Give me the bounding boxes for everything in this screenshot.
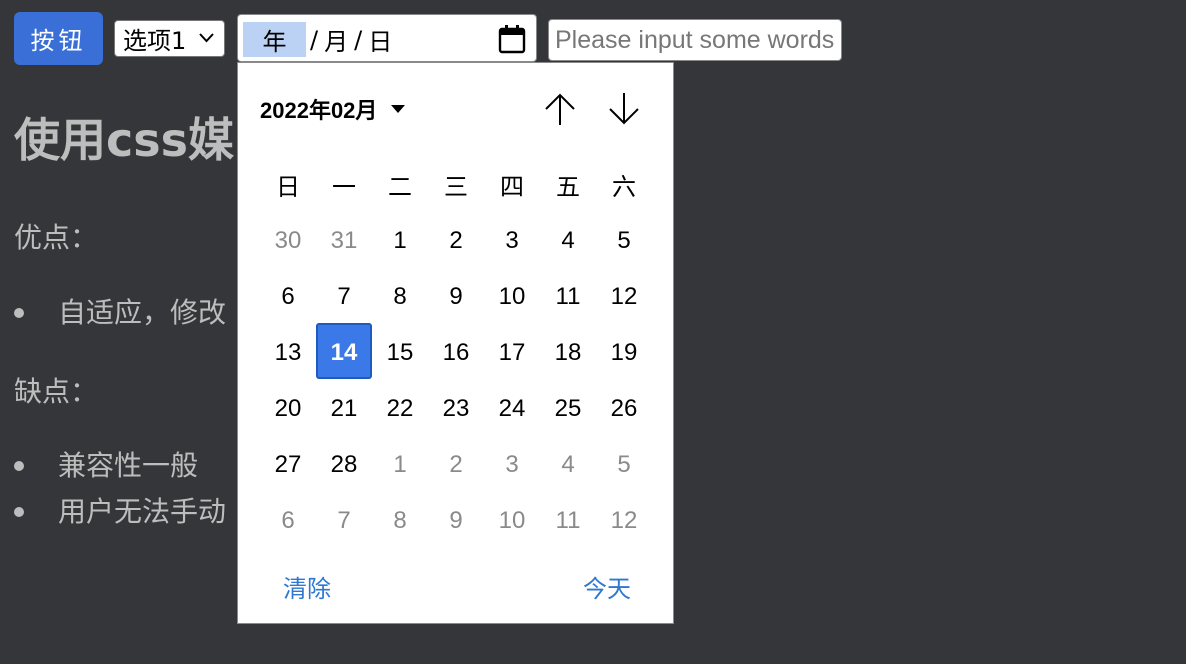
list-item: 自适应，修改: [14, 290, 226, 336]
text-input[interactable]: [548, 19, 842, 61]
date-input[interactable]: 年 / 月 / 日: [237, 14, 537, 62]
month-year-label: 2022年02月: [260, 98, 378, 123]
caret-down-icon: [391, 105, 406, 113]
option-select[interactable]: 选项1: [114, 20, 225, 57]
cons-heading: 缺点：: [14, 375, 99, 408]
weekday-header: 五: [556, 174, 580, 201]
calendar-day[interactable]: 18: [540, 325, 596, 381]
weekday-header: 一: [332, 174, 356, 201]
weekday-header: 六: [612, 174, 636, 201]
primary-button[interactable]: 按钮: [14, 12, 103, 65]
date-year-segment[interactable]: 年: [243, 22, 306, 57]
calendar-day[interactable]: 22: [372, 381, 428, 437]
list-item: 兼容性一般: [14, 443, 226, 489]
calendar-day[interactable]: 9: [428, 493, 484, 549]
calendar-day[interactable]: 13: [260, 325, 316, 381]
calendar-day[interactable]: 24: [484, 381, 540, 437]
calendar-day[interactable]: 15: [372, 325, 428, 381]
calendar-day[interactable]: 10: [484, 269, 540, 325]
calendar-day[interactable]: 1: [372, 437, 428, 493]
next-month-arrow-down-icon[interactable]: [604, 89, 644, 129]
calendar-day[interactable]: 7: [316, 493, 372, 549]
calendar-day[interactable]: 19: [596, 325, 652, 381]
calendar-day[interactable]: 3: [484, 213, 540, 269]
date-separator: /: [310, 25, 319, 54]
calendar-day[interactable]: 20: [260, 381, 316, 437]
calendar-day[interactable]: 25: [540, 381, 596, 437]
calendar-day[interactable]: 12: [596, 493, 652, 549]
weekday-header: 三: [444, 174, 468, 201]
calendar-day[interactable]: 1: [372, 213, 428, 269]
date-month-segment[interactable]: 月: [324, 22, 348, 57]
calendar-day[interactable]: 6: [260, 493, 316, 549]
calendar-day[interactable]: 4: [540, 213, 596, 269]
calendar-day[interactable]: 8: [372, 493, 428, 549]
calendar-day[interactable]: 5: [596, 213, 652, 269]
calendar-day[interactable]: 12: [596, 269, 652, 325]
calendar-day[interactable]: 17: [484, 325, 540, 381]
month-year-selector[interactable]: 2022年02月: [260, 93, 406, 125]
calendar-day-selected[interactable]: 14: [316, 323, 372, 379]
calendar-day[interactable]: 4: [540, 437, 596, 493]
today-button[interactable]: 今天: [583, 569, 631, 604]
page-title: 使用css媒: [14, 113, 235, 167]
calendar-day[interactable]: 5: [596, 437, 652, 493]
date-picker-popup: 2022年02月 日 一 二 三 四 五 六 30 31 1 2 3 4 5 6…: [237, 62, 674, 624]
calendar-day[interactable]: 16: [428, 325, 484, 381]
select-value: 选项1: [123, 27, 187, 55]
calendar-day[interactable]: 23: [428, 381, 484, 437]
calendar-day[interactable]: 11: [540, 269, 596, 325]
calendar-day[interactable]: 10: [484, 493, 540, 549]
calendar-day[interactable]: 7: [316, 269, 372, 325]
calendar-day[interactable]: 3: [484, 437, 540, 493]
calendar-day[interactable]: 26: [596, 381, 652, 437]
calendar-day[interactable]: 2: [428, 437, 484, 493]
pros-heading: 优点：: [14, 221, 99, 254]
pros-list: 自适应，修改: [14, 290, 226, 336]
calendar-day[interactable]: 31: [316, 213, 372, 269]
calendar-day[interactable]: 9: [428, 269, 484, 325]
calendar-day[interactable]: 27: [260, 437, 316, 493]
calendar-icon[interactable]: [498, 24, 526, 54]
date-separator: /: [354, 25, 363, 54]
calendar-day[interactable]: 2: [428, 213, 484, 269]
calendar-day[interactable]: 8: [372, 269, 428, 325]
calendar-day[interactable]: 11: [540, 493, 596, 549]
calendar-day[interactable]: 30: [260, 213, 316, 269]
clear-button[interactable]: 清除: [283, 569, 331, 604]
date-day-segment[interactable]: 日: [368, 22, 392, 57]
weekday-header: 二: [388, 174, 412, 201]
weekday-header: 四: [500, 174, 524, 201]
calendar-day[interactable]: 28: [316, 437, 372, 493]
chevron-down-icon: [199, 33, 214, 43]
weekday-header: 日: [276, 174, 300, 201]
calendar-day[interactable]: 21: [316, 381, 372, 437]
previous-month-arrow-up-icon[interactable]: [540, 89, 580, 129]
cons-list: 兼容性一般 用户无法手动: [14, 443, 226, 535]
list-item: 用户无法手动: [14, 489, 226, 535]
calendar-day[interactable]: 6: [260, 269, 316, 325]
